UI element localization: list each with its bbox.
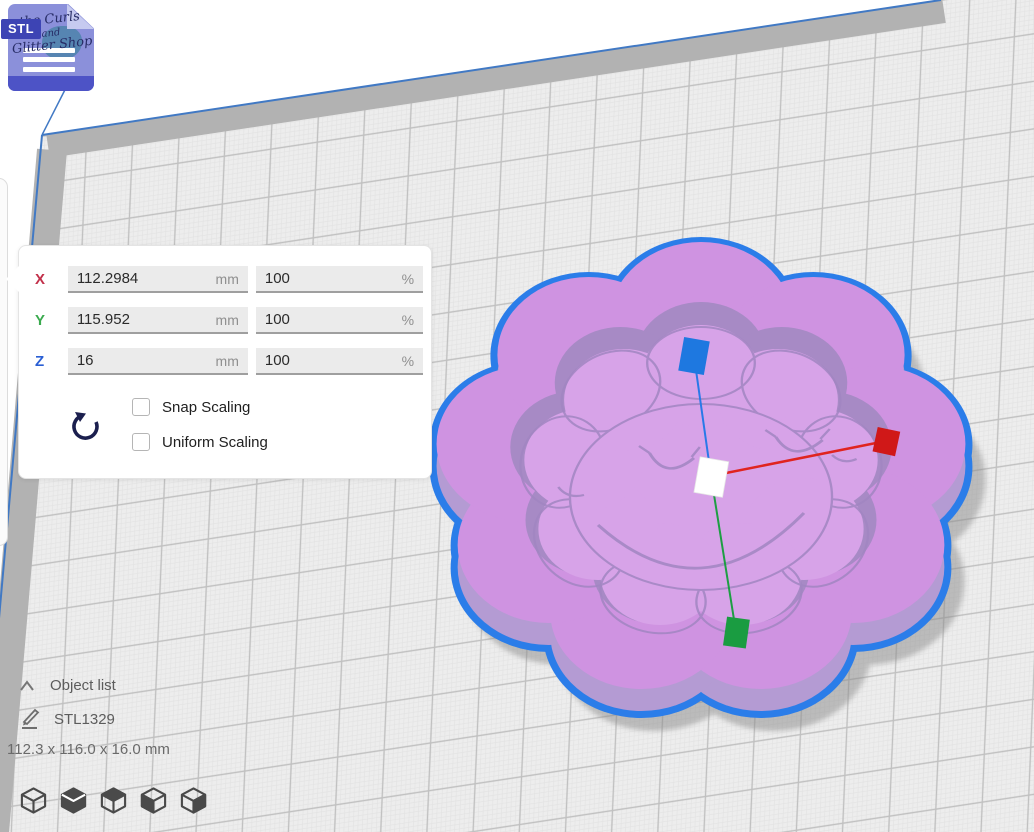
scale-row-z: Z 16 mm 100 % — [35, 348, 423, 375]
y-axis-label: Y — [35, 312, 68, 329]
chevron-up-icon — [18, 679, 36, 692]
object-list-item[interactable]: STL1329 — [20, 708, 115, 730]
reset-icon — [74, 416, 97, 439]
z-size-unit: mm — [216, 353, 239, 369]
y-percent-value[interactable]: 100 — [265, 311, 290, 328]
uniform-scaling-label: Uniform Scaling — [162, 434, 268, 451]
snap-scaling-checkbox[interactable] — [132, 398, 150, 416]
snap-scaling-label: Snap Scaling — [162, 399, 250, 416]
x-size-unit: mm — [216, 271, 239, 287]
slicer-viewport: the Curls and Glitter Shop STL X 112.298… — [0, 0, 1034, 832]
z-percent-value[interactable]: 100 — [265, 352, 290, 369]
flower-face — [570, 404, 832, 590]
doc-line — [23, 57, 75, 62]
uniform-scaling-checkbox[interactable] — [132, 433, 150, 451]
camera-view-toolbar — [19, 785, 208, 816]
y-size-unit: mm — [216, 312, 239, 328]
y-scale-handle[interactable] — [723, 617, 750, 649]
top-view-icon[interactable] — [99, 785, 128, 816]
right-side-view-icon[interactable] — [179, 785, 208, 816]
pencil-icon — [20, 708, 40, 730]
doc-line — [23, 48, 75, 53]
snap-scaling-row: Snap Scaling — [132, 398, 250, 416]
reset-scale-button[interactable] — [69, 409, 103, 443]
left-side-view-icon[interactable] — [139, 785, 168, 816]
z-size-value[interactable]: 16 — [77, 352, 94, 369]
scale-row-x: X 112.2984 mm 100 % — [35, 266, 423, 293]
stl-file-watermark: the Curls and Glitter Shop STL — [8, 4, 94, 91]
front-view-icon[interactable] — [59, 785, 88, 816]
stl-badge: STL — [1, 19, 41, 39]
z-axis-label: Z — [35, 353, 68, 370]
y-percent-unit: % — [402, 312, 414, 328]
left-toolbar-edge — [0, 178, 8, 546]
y-percent-input[interactable]: 100 % — [256, 307, 423, 334]
y-size-input[interactable]: 115.952 mm — [68, 307, 248, 334]
uniform-scale-handle[interactable] — [694, 457, 729, 497]
y-size-value[interactable]: 115.952 — [77, 311, 130, 328]
object-list-header[interactable]: Object list — [18, 677, 116, 694]
z-percent-unit: % — [402, 353, 414, 369]
3d-view-icon[interactable] — [19, 785, 48, 816]
x-percent-input[interactable]: 100 % — [256, 266, 423, 293]
x-size-value[interactable]: 112.2984 — [77, 270, 138, 287]
x-axis-label: X — [35, 271, 68, 288]
scale-tool-panel: X 112.2984 mm 100 % Y 115.952 mm 100 % Z — [18, 245, 432, 479]
uniform-scaling-row: Uniform Scaling — [132, 433, 268, 451]
file-icon-footer — [8, 76, 94, 91]
scale-row-y: Y 115.952 mm 100 % — [35, 307, 423, 334]
model-dimensions-readout: 112.3 x 116.0 x 16.0 mm — [7, 741, 170, 758]
x-percent-unit: % — [402, 271, 414, 287]
object-list-title: Object list — [50, 677, 116, 694]
doc-line — [23, 67, 75, 72]
x-size-input[interactable]: 112.2984 mm — [68, 266, 248, 293]
x-percent-value[interactable]: 100 — [265, 270, 290, 287]
z-percent-input[interactable]: 100 % — [256, 348, 423, 375]
object-name: STL1329 — [54, 711, 115, 728]
z-size-input[interactable]: 16 mm — [68, 348, 248, 375]
